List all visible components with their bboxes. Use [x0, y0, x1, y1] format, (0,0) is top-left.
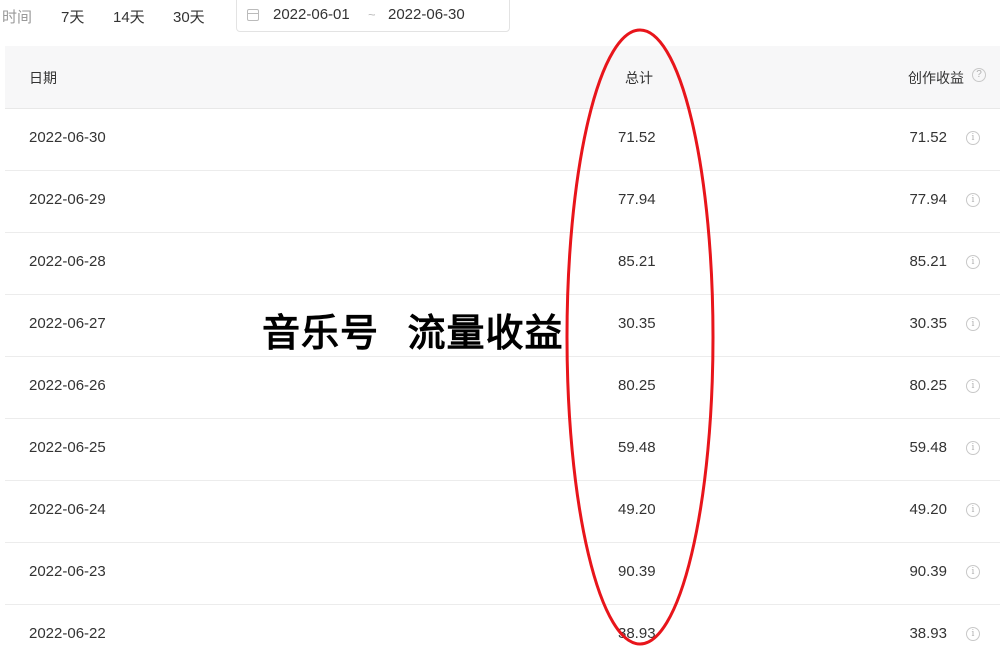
row-total: 77.94 — [618, 191, 656, 208]
table-row: 2022-06-29 77.94 77.94 i — [5, 171, 1000, 233]
row-total: 80.25 — [618, 377, 656, 394]
table-row: 2022-06-26 80.25 80.25 i — [5, 357, 1000, 419]
table-header: 日期 总计 创作收益 ? — [5, 46, 1000, 109]
row-date: 2022-06-27 — [29, 315, 106, 332]
info-icon[interactable]: i — [966, 131, 980, 145]
row-date: 2022-06-29 — [29, 191, 106, 208]
help-icon[interactable]: ? — [972, 68, 986, 82]
info-icon[interactable]: i — [966, 503, 980, 517]
row-total: 49.20 — [618, 501, 656, 518]
row-total: 59.48 — [618, 439, 656, 456]
row-date: 2022-06-30 — [29, 129, 106, 146]
time-filter-bar: 时间 7天 14天 30天 2022-06-01 ~ 2022-06-30 — [0, 0, 1000, 34]
column-header-creation-earnings: 创作收益 — [908, 70, 964, 86]
row-creation-earnings: 71.52 — [909, 129, 947, 146]
info-icon[interactable]: i — [966, 379, 980, 393]
overlay-caption: 音乐号 流量收益 — [262, 311, 564, 355]
row-date: 2022-06-22 — [29, 625, 106, 642]
date-range-picker[interactable]: 2022-06-01 ~ 2022-06-30 — [236, 0, 510, 32]
table-row: 2022-06-23 90.39 90.39 i — [5, 543, 1000, 605]
row-date: 2022-06-23 — [29, 563, 106, 580]
info-icon[interactable]: i — [966, 193, 980, 207]
date-end-value[interactable]: 2022-06-30 — [388, 6, 465, 23]
range-7-days-button[interactable]: 7天 — [61, 6, 84, 27]
table-row: 2022-06-24 49.20 49.20 i — [5, 481, 1000, 543]
row-total: 30.35 — [618, 315, 656, 332]
info-icon[interactable]: i — [966, 255, 980, 269]
row-date: 2022-06-24 — [29, 501, 106, 518]
row-creation-earnings: 49.20 — [909, 501, 947, 518]
info-icon[interactable]: i — [966, 565, 980, 579]
calendar-icon — [247, 9, 259, 21]
date-range-separator: ~ — [368, 7, 376, 22]
row-creation-earnings: 38.93 — [909, 625, 947, 642]
info-icon[interactable]: i — [966, 317, 980, 331]
row-total: 90.39 — [618, 563, 656, 580]
row-creation-earnings: 30.35 — [909, 315, 947, 332]
row-creation-earnings: 59.48 — [909, 439, 947, 456]
time-filter-label: 时间 — [2, 9, 33, 26]
row-creation-earnings: 77.94 — [909, 191, 947, 208]
row-creation-earnings: 80.25 — [909, 377, 947, 394]
row-total: 71.52 — [618, 129, 656, 146]
row-date: 2022-06-28 — [29, 253, 106, 270]
info-icon[interactable]: i — [966, 627, 980, 641]
range-30-days-button[interactable]: 30天 — [173, 6, 205, 27]
info-icon[interactable]: i — [966, 441, 980, 455]
row-date: 2022-06-26 — [29, 377, 106, 394]
row-date: 2022-06-25 — [29, 439, 106, 456]
column-header-total: 总计 — [625, 70, 653, 86]
row-total: 85.21 — [618, 253, 656, 270]
table-row: 2022-06-30 71.52 71.52 i — [5, 109, 1000, 171]
row-creation-earnings: 90.39 — [909, 563, 947, 580]
row-creation-earnings: 85.21 — [909, 253, 947, 270]
table-row: 2022-06-25 59.48 59.48 i — [5, 419, 1000, 481]
date-start-value[interactable]: 2022-06-01 — [273, 6, 350, 23]
table-body: 2022-06-30 71.52 71.52 i 2022-06-29 77.94 77.9… — [5, 109, 1000, 646]
table-row: 2022-06-22 38.93 38.93 i — [5, 605, 1000, 646]
earnings-page: 时间 7天 14天 30天 2022-06-01 ~ 2022-06-30 日期… — [0, 0, 1000, 646]
range-14-days-button[interactable]: 14天 — [113, 6, 145, 27]
column-header-date: 日期 — [29, 70, 57, 86]
table-row: 2022-06-28 85.21 85.21 i — [5, 233, 1000, 295]
row-total: 38.93 — [618, 625, 656, 642]
